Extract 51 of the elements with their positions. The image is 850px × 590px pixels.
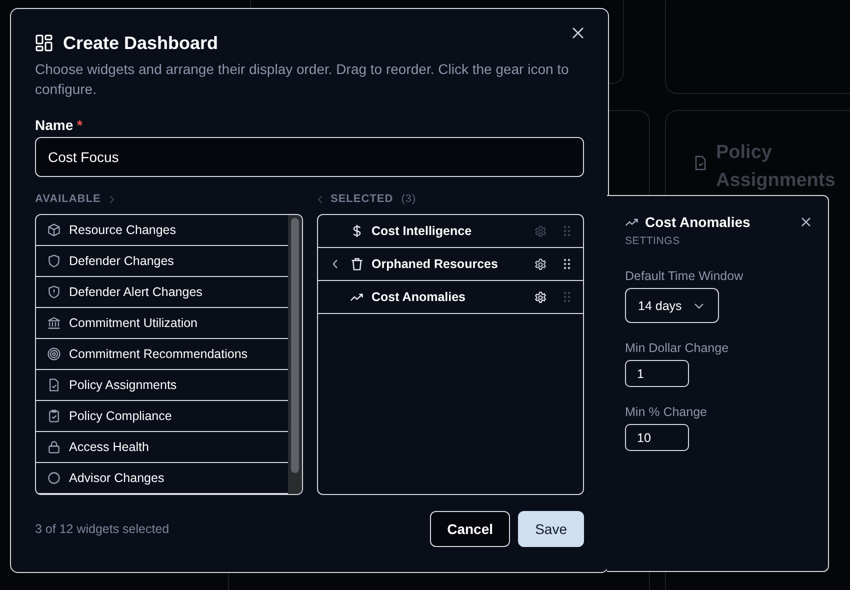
widget-list-item[interactable]: Policy Assignments bbox=[36, 370, 288, 401]
dashboard-icon bbox=[35, 34, 53, 52]
column-heading: AVAILABLE bbox=[35, 193, 101, 205]
cancel-button[interactable]: Cancel bbox=[430, 511, 510, 547]
drag-handle-icon[interactable] bbox=[563, 225, 571, 237]
document-check-icon bbox=[47, 378, 61, 392]
dialog-description: Choose widgets and arrange their display order. Drag to reorder. Click the gear icon to configure. bbox=[35, 60, 570, 99]
save-button[interactable]: Save bbox=[518, 511, 584, 547]
shield-icon bbox=[47, 254, 61, 268]
widget-list-item[interactable]: Advisor Changes bbox=[36, 463, 288, 494]
widget-list-item[interactable]: Defender Changes bbox=[36, 246, 288, 277]
field-label: Min % Change bbox=[625, 405, 707, 419]
shield-alert-icon bbox=[47, 285, 61, 299]
circle-icon bbox=[47, 471, 61, 485]
number-input-field[interactable]: 10 bbox=[625, 424, 689, 451]
field-label: Name bbox=[35, 117, 74, 133]
lock-icon bbox=[47, 440, 61, 454]
selected-widget-item[interactable]: Orphaned Resources bbox=[318, 248, 583, 281]
chevron-left-icon[interactable] bbox=[332, 259, 338, 269]
selected-widget-item[interactable]: Cost Intelligence bbox=[318, 215, 583, 248]
widget-list-item[interactable]: Resource Changes bbox=[36, 215, 288, 246]
widget-list-item[interactable]: Commitment Recommendations bbox=[36, 339, 288, 370]
field-label: Min Dollar Change bbox=[625, 341, 729, 355]
column-heading: SELECTED bbox=[330, 193, 394, 205]
bank-icon bbox=[47, 316, 61, 330]
name-input-field[interactable]: Cost Focus bbox=[35, 137, 584, 177]
clipboard-check-icon bbox=[47, 409, 61, 423]
selected-count: (3) bbox=[401, 193, 416, 205]
panel-title: Cost Anomalies bbox=[645, 214, 750, 230]
widget-list-item[interactable]: Commitment Utilization bbox=[36, 308, 288, 339]
widget-list-item[interactable]: Defender Alert Changes bbox=[36, 277, 288, 308]
target-icon bbox=[47, 347, 61, 361]
close-icon[interactable] bbox=[572, 27, 584, 39]
drag-handle-icon[interactable] bbox=[563, 258, 571, 270]
field-label: Default Time Window bbox=[625, 269, 744, 283]
scrollbar[interactable] bbox=[288, 215, 302, 494]
panel-subtitle: SETTINGS bbox=[625, 235, 681, 247]
widget-list-item[interactable]: Access Health bbox=[36, 432, 288, 463]
trash-icon bbox=[350, 257, 364, 271]
close-icon[interactable] bbox=[801, 217, 811, 227]
selection-summary: 3 of 12 widgets selected bbox=[35, 522, 170, 536]
number-input-field[interactable]: 1 bbox=[625, 360, 689, 387]
widget-list-item[interactable]: Policy Compliance bbox=[36, 401, 288, 432]
selected-widget-item[interactable]: Cost Anomalies bbox=[318, 281, 583, 314]
time-window-dropdown[interactable]: 14 days bbox=[625, 288, 719, 323]
drag-handle-icon[interactable] bbox=[563, 291, 571, 303]
chevron-down-icon bbox=[694, 302, 704, 308]
dialog-title: Create Dashboard bbox=[63, 32, 218, 54]
required-mark: * bbox=[77, 117, 82, 133]
card-title: Policy Assignments bbox=[716, 141, 836, 193]
cube-icon bbox=[47, 223, 61, 237]
